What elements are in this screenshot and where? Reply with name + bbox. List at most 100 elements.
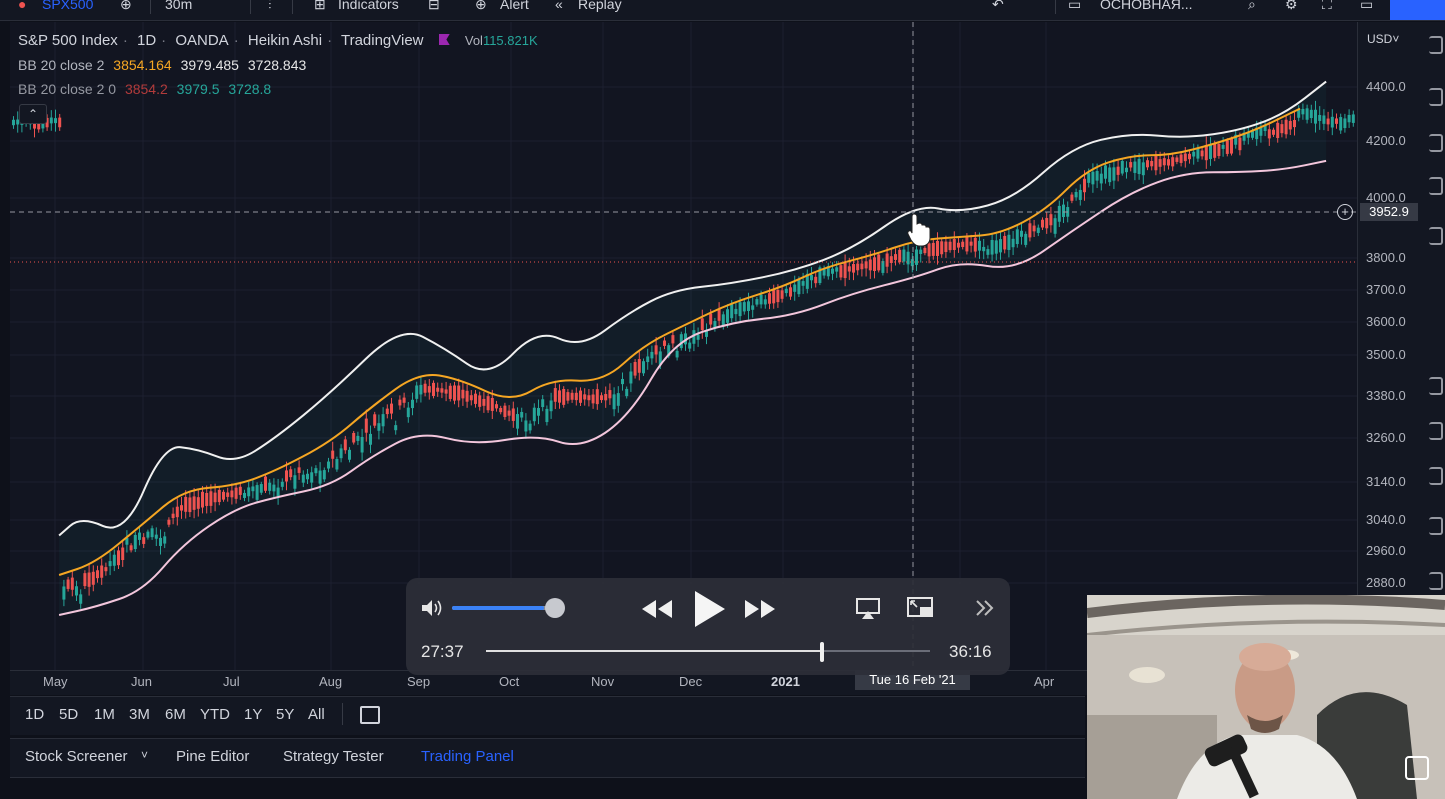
period-button-5d[interactable]: 5D xyxy=(59,706,78,723)
layout-name[interactable]: ОСНОВНАЯ... xyxy=(1100,0,1193,12)
chats-icon[interactable] xyxy=(1429,467,1443,485)
period-button-1m[interactable]: 1M xyxy=(94,706,115,723)
candle-body xyxy=(600,395,603,401)
candle-body xyxy=(931,242,935,256)
airplay-icon[interactable] xyxy=(855,597,881,621)
alert-button[interactable]: Alert xyxy=(500,0,529,12)
tab-strategy-tester[interactable]: Strategy Tester xyxy=(283,748,384,765)
flag-icon[interactable] xyxy=(438,34,450,45)
period-button-5y[interactable]: 5Y xyxy=(276,706,294,723)
candle-body xyxy=(1171,157,1175,167)
candle-body xyxy=(243,492,246,498)
alert-icon: ⊕ xyxy=(475,0,487,12)
price-tick-label: 3260.0 xyxy=(1366,430,1406,445)
templates-icon[interactable]: ⊟ xyxy=(428,0,440,13)
volume-knob[interactable] xyxy=(545,598,565,618)
picture-in-picture-icon[interactable] xyxy=(906,596,936,620)
candle-body xyxy=(612,394,616,410)
streams-icon[interactable] xyxy=(1429,422,1443,440)
layout-icon: ▭ xyxy=(1068,0,1082,12)
candle-body xyxy=(751,305,755,310)
bb-legend-1[interactable]: BB 20 close 2 3854.164 3979.485 3728.843 xyxy=(18,57,311,73)
video-progress-bar[interactable] xyxy=(486,650,930,652)
video-progress-fill xyxy=(486,650,825,652)
candle-body xyxy=(961,241,965,248)
legend-chart-style: Heikin Ashi xyxy=(247,32,323,49)
notifications-icon[interactable] xyxy=(1429,517,1443,535)
candle-body xyxy=(717,309,721,321)
time-tick-label: May xyxy=(43,674,68,689)
period-button-3m[interactable]: 3M xyxy=(129,706,150,723)
tab-trading-panel[interactable]: Trading Panel xyxy=(421,748,514,765)
candle-body xyxy=(213,492,217,503)
add-plus-icon[interactable]: + xyxy=(1337,204,1353,220)
rewind-icon[interactable] xyxy=(640,598,674,620)
replay-button[interactable]: Replay xyxy=(578,0,622,12)
hotlists-icon[interactable] xyxy=(1429,177,1443,195)
candle-body xyxy=(1141,162,1145,176)
indicators-button[interactable]: Indicators xyxy=(338,0,399,12)
candle-body xyxy=(373,414,377,426)
tab-pine-editor[interactable]: Pine Editor xyxy=(176,748,249,765)
search-icon[interactable]: ⌕ xyxy=(1248,0,1256,13)
chevron-down-icon[interactable]: ˅ xyxy=(141,748,148,762)
candle-body xyxy=(1146,160,1149,168)
price-chart[interactable] xyxy=(10,22,1357,670)
ideas-icon[interactable] xyxy=(1429,377,1443,395)
fast-forward-icon[interactable] xyxy=(743,598,777,620)
publish-button[interactable] xyxy=(1390,0,1445,20)
toolbar-divider xyxy=(1055,0,1056,14)
candle-body xyxy=(944,241,948,253)
volume-slider[interactable] xyxy=(452,606,557,610)
price-scale[interactable] xyxy=(1357,22,1421,670)
candle-body xyxy=(1217,144,1221,156)
candle-body xyxy=(138,532,141,540)
symbol-search[interactable]: SPX500 xyxy=(42,0,93,12)
legend-collapse-button[interactable]: ⌃ xyxy=(19,104,47,124)
candle-body xyxy=(234,487,238,499)
help-icon[interactable] xyxy=(1429,572,1443,590)
period-button-6m[interactable]: 6M xyxy=(165,706,186,723)
candle-body xyxy=(306,473,309,480)
candle-body xyxy=(100,565,104,578)
period-button-ytd[interactable]: YTD xyxy=(200,706,230,723)
undo-icon[interactable]: ↶ xyxy=(992,0,1004,13)
fullscreen-icon[interactable]: ⛶ xyxy=(1322,0,1332,13)
period-button-1y[interactable]: 1Y xyxy=(244,706,262,723)
interval-selector[interactable]: 30m xyxy=(165,0,192,12)
compare-icon[interactable]: ⊕ xyxy=(120,0,132,13)
candle-body xyxy=(75,586,78,596)
indicators-icon: ⊞ xyxy=(314,0,326,12)
candle-body xyxy=(1015,229,1019,245)
candle-body xyxy=(696,334,700,340)
bb1-name: BB 20 close 2 xyxy=(18,57,105,73)
candle-body xyxy=(335,458,339,470)
bb-legend-2[interactable]: BB 20 close 2 0 3854.2 3979.5 3728.8 xyxy=(18,81,276,97)
legend-title[interactable]: S&P 500 Index xyxy=(18,32,118,49)
chevron-double-right-icon[interactable] xyxy=(974,598,996,618)
volume-icon[interactable] xyxy=(420,598,446,618)
candle-body xyxy=(570,392,574,400)
play-icon[interactable] xyxy=(692,589,728,629)
data-window-icon[interactable] xyxy=(1429,134,1443,152)
watchlist-icon[interactable] xyxy=(1429,36,1443,54)
settings-icon[interactable]: ⚙ xyxy=(1285,0,1298,13)
go-to-date-icon[interactable] xyxy=(360,706,380,724)
live-text-icon[interactable] xyxy=(1405,756,1429,780)
calendar-icon[interactable] xyxy=(1429,227,1443,245)
candle-body xyxy=(1192,151,1196,157)
period-divider xyxy=(342,703,343,725)
currency-selector[interactable]: USD˅ xyxy=(1367,32,1399,46)
video-scrubber[interactable] xyxy=(820,642,824,662)
candle-body xyxy=(831,268,834,274)
chart-type-icon[interactable]: ⫶ xyxy=(268,0,272,13)
candle-body xyxy=(1213,144,1217,158)
candle-body xyxy=(1314,109,1317,124)
snapshot-icon[interactable]: ▭ xyxy=(1360,0,1373,13)
period-button-all[interactable]: All xyxy=(308,706,325,723)
alerts-icon[interactable] xyxy=(1429,88,1443,106)
candle-body xyxy=(940,241,944,255)
tab-stock-screener[interactable]: Stock Screener xyxy=(25,748,128,765)
candle-body xyxy=(297,467,301,473)
period-button-1d[interactable]: 1D xyxy=(25,706,44,723)
